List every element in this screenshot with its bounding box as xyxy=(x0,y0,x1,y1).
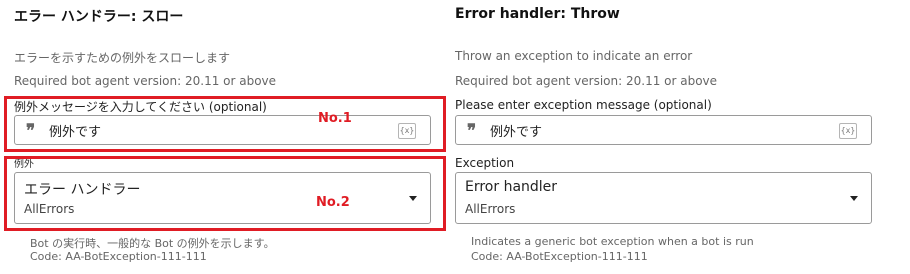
page-title: Error handler: Throw xyxy=(455,6,620,22)
chevron-down-icon[interactable] xyxy=(850,196,858,201)
agent-requirement: Required bot agent version: 20.11 or abo… xyxy=(14,74,277,88)
exception-message-label: Please enter exception message (optional… xyxy=(455,98,712,112)
exception-label: Exception xyxy=(455,156,515,170)
exception-select[interactable]: Error handler AllErrors xyxy=(455,172,872,224)
exception-message-input[interactable]: ❞ 例外です {x} xyxy=(455,115,872,145)
exception-code: Code: AA-BotException-111-111 xyxy=(30,250,207,263)
annotation-label-no2: No.2 xyxy=(316,195,350,210)
action-description: Throw an exception to indicate an error xyxy=(455,49,693,63)
exception-hint: Indicates a generic bot exception when a… xyxy=(471,235,754,248)
exception-selected-value: Error handler xyxy=(465,179,558,195)
annotation-label-no1: No.1 xyxy=(318,111,352,126)
action-description: エラーを示すための例外をスローします xyxy=(14,51,231,65)
quote-icon: ❞ xyxy=(467,121,477,141)
page-title: エラー ハンドラー: スロー xyxy=(14,9,184,25)
agent-requirement: Required bot agent version: 20.11 or abo… xyxy=(455,74,718,88)
exception-code: Code: AA-BotException-111-111 xyxy=(471,250,648,263)
annotation-box-no1 xyxy=(4,96,446,152)
exception-selected-sub: AllErrors xyxy=(465,202,516,216)
exception-hint: Bot の実行時、一般的な Bot の例外を示します。 xyxy=(30,237,275,250)
variable-insert-icon[interactable]: {x} xyxy=(839,123,857,139)
annotation-box-no2 xyxy=(4,156,446,231)
exception-message-value: 例外です xyxy=(490,125,543,140)
